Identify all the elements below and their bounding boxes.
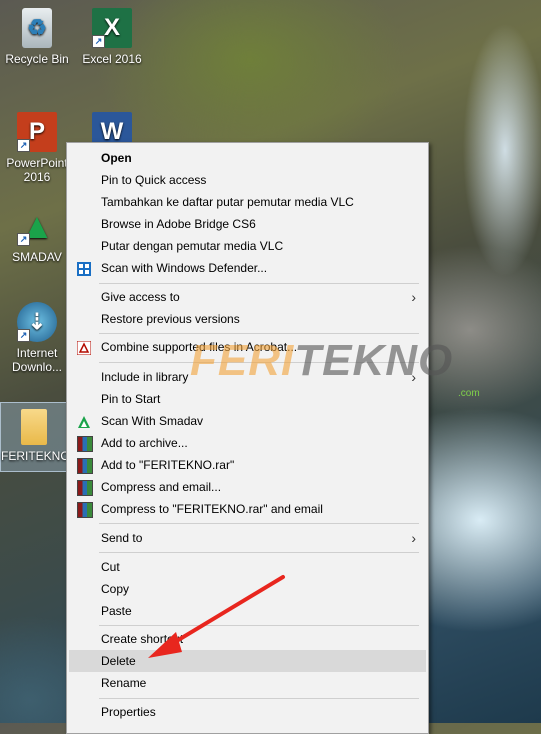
menu-item-pin-quick-access[interactable]: Pin to Quick access [69,169,426,191]
desktop-icon-excel[interactable]: X ↗ Excel 2016 [76,8,148,66]
menu-item-create-shortcut[interactable]: Create shortcut [69,628,426,650]
powerpoint-icon: P ↗ [17,112,57,152]
desktop-icon-label: SMADAV [12,250,62,264]
menu-separator [99,625,419,626]
menu-item-add-rar[interactable]: Add to "FERITEKNO.rar" [69,454,426,476]
desktop-icon-idm[interactable]: ⇣ ↗ Internet Downlo... [1,302,73,374]
shortcut-arrow-icon: ↗ [17,329,30,342]
excel-icon: X ↗ [92,8,132,48]
menu-item-add-archive[interactable]: Add to archive... [69,432,426,454]
menu-separator [99,698,419,699]
menu-separator [99,333,419,334]
shortcut-arrow-icon: ↗ [92,35,105,48]
desktop-icon-powerpoint[interactable]: P ↗ PowerPoint 2016 [1,112,73,184]
menu-separator [99,523,419,524]
acrobat-icon [76,340,92,356]
menu-item-windows-defender[interactable]: Scan with Windows Defender... [69,257,426,279]
menu-item-delete[interactable]: Delete [69,650,426,672]
menu-item-vlc-play[interactable]: Putar dengan pemutar media VLC [69,235,426,257]
desktop-icon-label: Recycle Bin [5,52,69,66]
folder-icon [21,409,47,445]
smadav-icon [77,414,91,428]
menu-item-adobe-bridge[interactable]: Browse in Adobe Bridge CS6 [69,213,426,235]
desktop-icon-recycle-bin[interactable]: ♻ Recycle Bin [1,8,73,66]
menu-item-cut[interactable]: Cut [69,556,426,578]
menu-item-compress-rar-email[interactable]: Compress to "FERITEKNO.rar" and email [69,498,426,520]
menu-item-give-access[interactable]: Give access to › [69,286,426,308]
submenu-arrow-icon: › [411,289,416,305]
internet-download-manager-icon: ⇣ ↗ [17,302,57,342]
menu-item-paste[interactable]: Paste [69,600,426,622]
menu-separator [99,552,419,553]
menu-item-copy[interactable]: Copy [69,578,426,600]
watermark-logo: FERITEKNO [190,336,454,385]
windows-defender-icon [77,261,91,276]
desktop-icon-feritekno-folder[interactable]: FERITEKNO [0,402,70,472]
recycle-bin-icon: ♻ [22,8,52,48]
winrar-icon [77,480,93,496]
menu-item-open[interactable]: Open [69,147,426,169]
menu-item-properties[interactable]: Properties [69,701,426,723]
shortcut-arrow-icon: ↗ [17,233,30,246]
desktop-icon-label: PowerPoint 2016 [6,156,68,184]
menu-item-rename[interactable]: Rename [69,672,426,694]
desktop-icon-label: FERITEKNO [1,449,70,463]
shortcut-arrow-icon: ↗ [17,139,30,152]
winrar-icon [77,436,93,452]
winrar-icon [77,502,93,518]
context-menu: Open Pin to Quick access Tambahkan ke da… [66,142,429,734]
desktop-icon-label: Internet Downlo... [11,346,63,374]
menu-item-send-to[interactable]: Send to › [69,527,426,549]
menu-separator [99,283,419,284]
submenu-arrow-icon: › [411,530,416,546]
desktop-icon-label: Excel 2016 [82,52,142,66]
desktop-icon-smadav[interactable]: ▲ ↗ SMADAV [1,206,73,265]
menu-item-restore-versions[interactable]: Restore previous versions [69,308,426,330]
menu-item-scan-smadav[interactable]: Scan With Smadav [69,410,426,432]
menu-item-vlc-add-playlist[interactable]: Tambahkan ke daftar putar pemutar media … [69,191,426,213]
winrar-icon [77,458,93,474]
menu-item-compress-email[interactable]: Compress and email... [69,476,426,498]
smadav-icon: ▲ ↗ [17,206,57,246]
watermark-domain: .com [458,388,480,399]
menu-item-pin-start[interactable]: Pin to Start [69,388,426,410]
